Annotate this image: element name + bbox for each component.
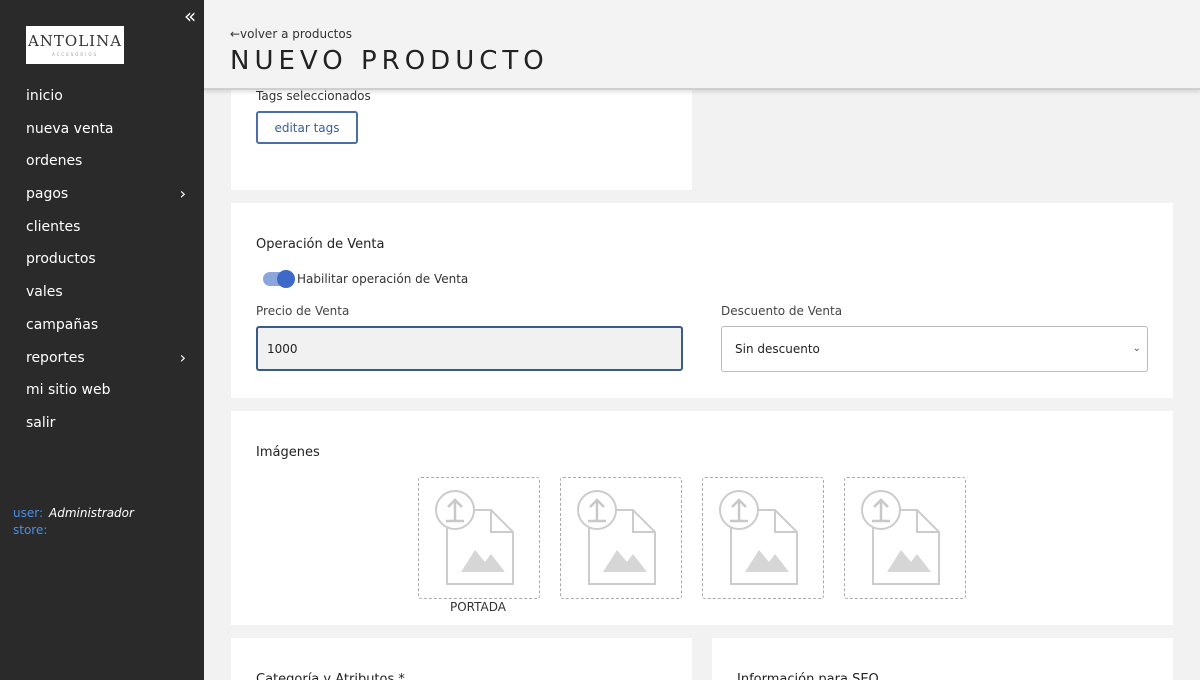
sidebar-item-label: salir [26, 414, 56, 431]
discount-label: Descuento de Venta [721, 304, 843, 318]
chevron-right-icon: › [179, 347, 186, 367]
sidebar-item-reportes[interactable]: reportes › [0, 342, 204, 375]
sidebar-item-label: inicio [26, 88, 63, 104]
logo-subtext: ACCESORIOS [51, 52, 99, 57]
image-upload-icon [435, 490, 514, 585]
page-title: NUEVO PRODUCTO [230, 46, 549, 76]
sidebar-item-vales[interactable]: vales [0, 276, 204, 309]
images-card: Imágenes PORTADA [231, 411, 1173, 625]
image-slot-portada[interactable] [418, 477, 540, 599]
sidebar-item-ordenes[interactable]: ordenes [0, 145, 204, 178]
sidebar-item-clientes[interactable]: clientes [0, 211, 204, 244]
sidebar-item-campanas[interactable]: campañas [0, 309, 204, 342]
sidebar-item-label: mi sitio web [26, 382, 111, 399]
page-header: ←volver a productos NUEVO PRODUCTO [204, 0, 1200, 90]
image-slot-3[interactable] [702, 477, 824, 599]
sale-operation-card: Operación de Venta Habilitar operación d… [231, 203, 1173, 398]
user-info: user: Administrador store: [13, 505, 134, 539]
category-attributes-title: Categoría y Atributos * [256, 672, 405, 680]
user-key: user: [13, 506, 44, 520]
tags-card: Tags seleccionados editar tags [231, 80, 692, 190]
sidebar-item-label: nueva venta [26, 120, 114, 137]
image-slot-4[interactable] [844, 477, 966, 599]
price-label: Precio de Venta [256, 304, 350, 318]
portada-label: PORTADA [450, 600, 506, 614]
user-value: Administrador [49, 506, 134, 520]
brand-logo[interactable]: ANTOLINA ACCESORIOS [26, 26, 124, 64]
sidebar-item-label: productos [26, 251, 96, 268]
enable-sale-toggle[interactable] [263, 270, 295, 288]
images-title: Imágenes [256, 445, 320, 460]
collapse-sidebar-icon[interactable]: « [184, 6, 196, 26]
sidebar-item-label: campañas [26, 316, 99, 333]
image-slot-2[interactable] [560, 477, 682, 599]
store-key: store: [13, 523, 48, 537]
sidebar-item-label: reportes [26, 349, 85, 366]
image-upload-icon [719, 490, 798, 585]
image-upload-icon [861, 490, 940, 585]
sale-operation-title: Operación de Venta [256, 237, 385, 252]
chevron-right-icon: › [179, 184, 186, 204]
image-upload-icon [577, 490, 656, 585]
sidebar-item-label: vales [26, 284, 63, 301]
price-input[interactable] [256, 326, 683, 371]
sidebar-item-nueva-venta[interactable]: nueva venta [0, 113, 204, 146]
sidebar-item-inicio[interactable]: inicio [0, 80, 204, 113]
sidebar-item-pagos[interactable]: pagos › [0, 178, 204, 211]
back-to-products-link[interactable]: ←volver a productos [230, 27, 352, 41]
category-attributes-card: Categoría y Atributos * [231, 638, 692, 680]
sidebar-item-productos[interactable]: productos [0, 243, 204, 276]
selected-tags-label: Tags seleccionados [256, 89, 371, 103]
toggle-knob [277, 270, 295, 288]
chevron-down-icon: ⌄ [1132, 343, 1141, 354]
logo-text: ANTOLINA [27, 32, 123, 50]
sidebar-item-label: ordenes [26, 153, 83, 170]
sidebar: « ANTOLINA ACCESORIOS inicio nueva venta… [0, 0, 204, 680]
sidebar-item-mi-sitio-web[interactable]: mi sitio web [0, 374, 204, 407]
sidebar-item-label: pagos [26, 186, 69, 203]
sidebar-nav: inicio nueva venta ordenes pagos › client… [0, 80, 204, 440]
sidebar-item-label: clientes [26, 218, 81, 235]
sidebar-item-salir[interactable]: salir [0, 407, 204, 440]
seo-card: Información para SEO [712, 638, 1173, 680]
enable-sale-label: Habilitar operación de Venta [297, 272, 469, 286]
edit-tags-button[interactable]: editar tags [256, 111, 358, 144]
discount-selected-value: Sin descuento [735, 342, 820, 356]
discount-select[interactable]: Sin descuento ⌄ [721, 326, 1148, 372]
seo-title: Información para SEO [737, 672, 879, 680]
